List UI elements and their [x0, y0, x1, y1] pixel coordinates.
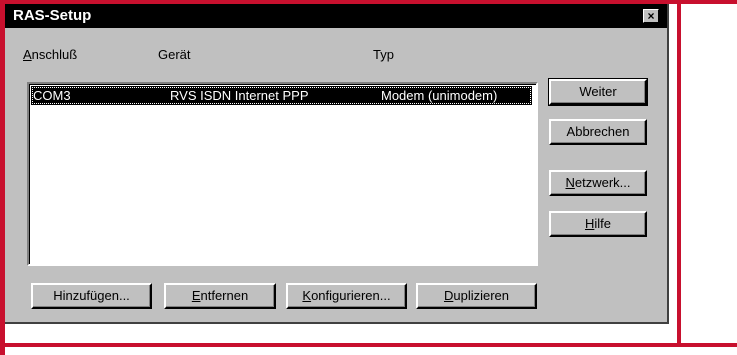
- duplizieren-mnemonic: D: [443, 288, 454, 303]
- netzwerk-button[interactable]: Netzwerk...: [549, 170, 647, 196]
- column-header-anschluss[interactable]: Anschluß: [23, 47, 77, 62]
- column-header-geraet[interactable]: Gerät: [158, 47, 191, 62]
- konfigurieren-rest: onfigurieren...: [311, 288, 391, 303]
- hinzufuegen-button[interactable]: Hinzufügen...: [31, 283, 152, 309]
- duplizieren-button[interactable]: Duplizieren: [416, 283, 537, 309]
- entfernen-rest: ntfernen: [200, 288, 249, 303]
- title-bar[interactable]: RAS-Setup ×: [5, 4, 667, 28]
- weiter-button[interactable]: Weiter: [548, 78, 648, 106]
- cell-type: Modem (unimodem): [381, 88, 498, 103]
- hilfe-mnemonic: H: [584, 216, 595, 231]
- konfigurieren-button[interactable]: Konfigurieren...: [286, 283, 407, 309]
- red-frame-right: [677, 0, 681, 347]
- abbrechen-button[interactable]: Abbrechen: [549, 119, 647, 145]
- cell-port: COM3: [33, 88, 71, 103]
- ras-setup-dialog: RAS-Setup × Anschluß Gerät Typ COM3 RVS …: [5, 4, 669, 324]
- close-icon[interactable]: ×: [643, 9, 659, 23]
- duplizieren-rest: uplizieren: [453, 288, 510, 303]
- column-header-anschluss-mnemonic: A: [23, 47, 32, 62]
- list-item-selected[interactable]: COM3 RVS ISDN Internet PPP Modem (unimod…: [31, 86, 532, 105]
- column-header-anschluss-rest: nschluß: [31, 47, 78, 62]
- cell-device: RVS ISDN Internet PPP: [170, 88, 309, 103]
- ras-port-list[interactable]: COM3 RVS ISDN Internet PPP Modem (unimod…: [27, 82, 538, 266]
- hilfe-button[interactable]: Hilfe: [549, 211, 647, 237]
- konfigurieren-mnemonic: K: [302, 288, 312, 303]
- netzwerk-rest: etzwerk...: [574, 175, 631, 190]
- screenshot-canvas: RAS-Setup × Anschluß Gerät Typ COM3 RVS …: [0, 0, 737, 355]
- window-title: RAS-Setup: [13, 7, 92, 24]
- netzwerk-mnemonic: N: [565, 175, 575, 190]
- entfernen-button[interactable]: Entfernen: [164, 283, 276, 309]
- column-header-typ[interactable]: Typ: [373, 47, 394, 62]
- red-frame-bottom: [0, 343, 737, 347]
- hilfe-rest: ilfe: [594, 216, 611, 231]
